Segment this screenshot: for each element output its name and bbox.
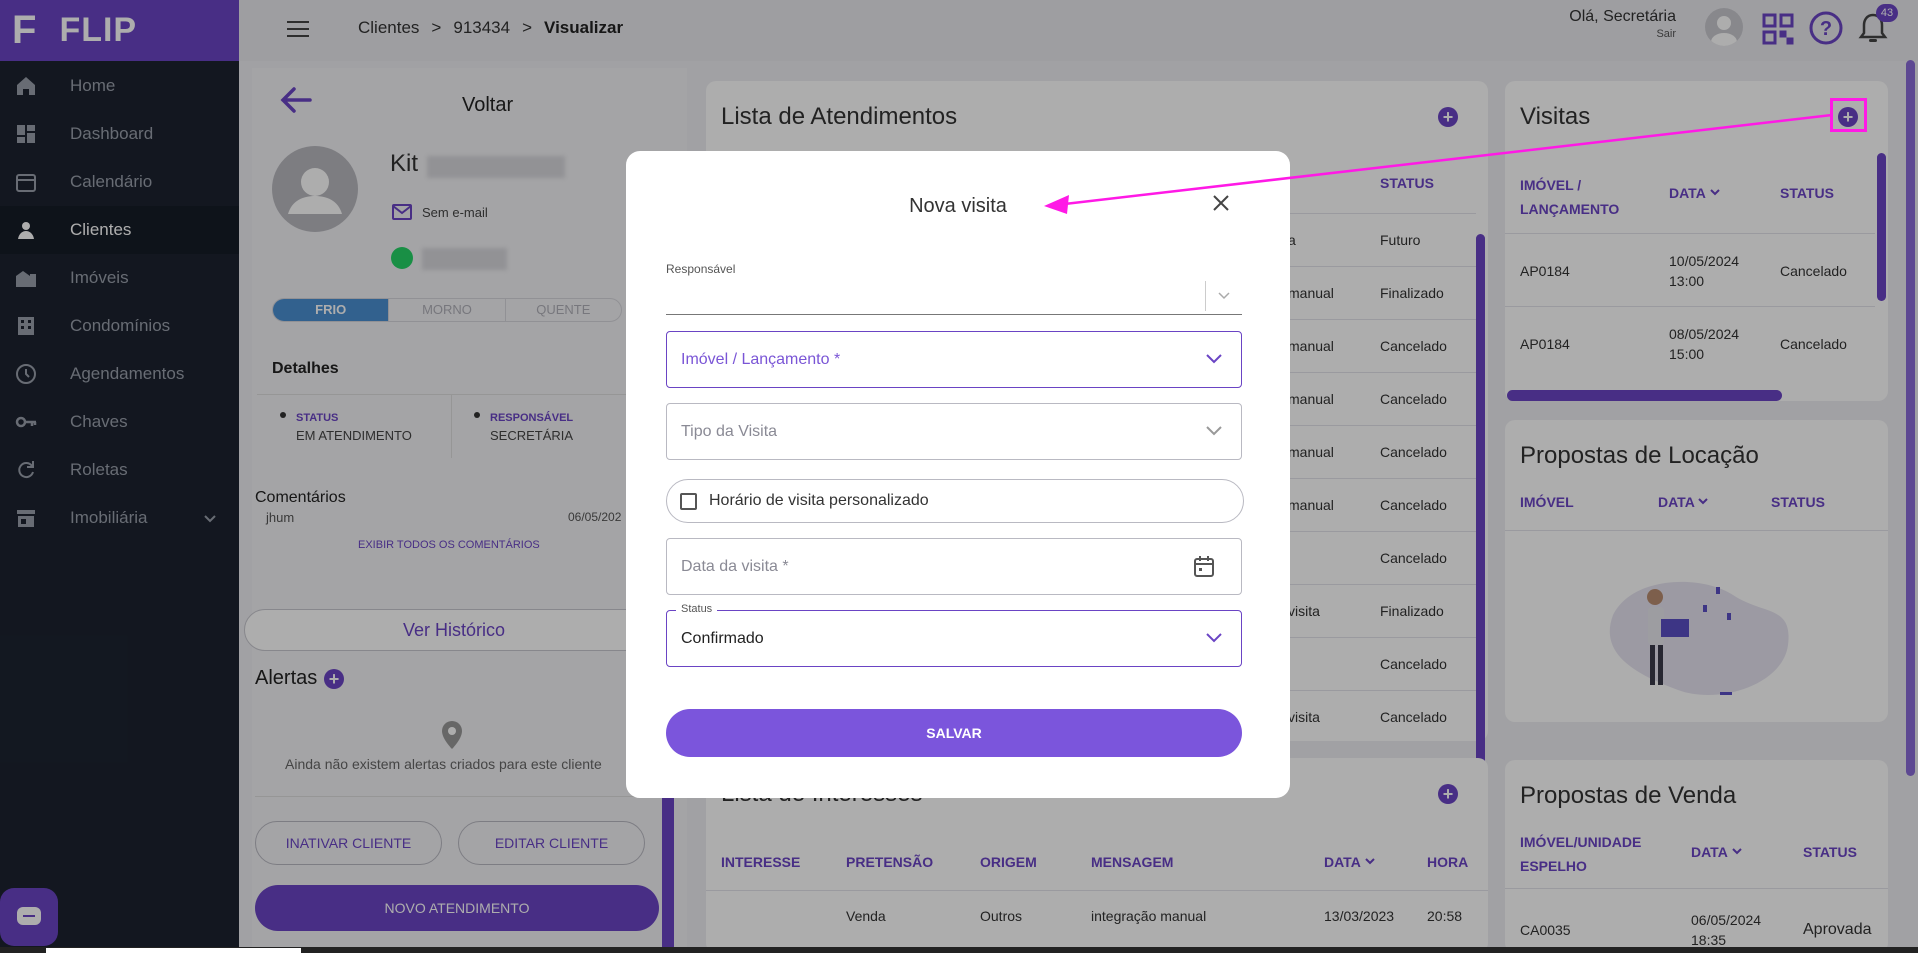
annotation-arrow	[1044, 113, 1833, 214]
bottom-bar-tab	[46, 948, 301, 953]
